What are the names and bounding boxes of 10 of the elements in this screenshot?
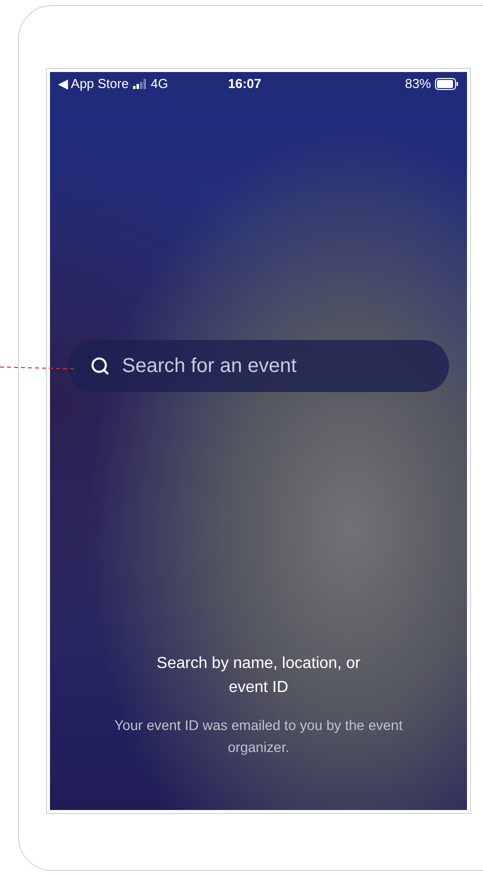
search-field[interactable]: Search for an event (68, 340, 449, 392)
battery-icon (435, 78, 459, 90)
battery-percent: 83% (404, 75, 431, 94)
hint-title: Search by name, location, or event ID (156, 654, 362, 698)
status-time: 16:07 (228, 75, 262, 94)
signal-icon (132, 79, 147, 89)
network-label: 4G (150, 75, 168, 94)
hint-description: Your event ID was emailed to you by the event organizer. (113, 716, 404, 757)
back-link[interactable]: ◀ App Store (58, 74, 129, 94)
search-icon (90, 356, 110, 376)
